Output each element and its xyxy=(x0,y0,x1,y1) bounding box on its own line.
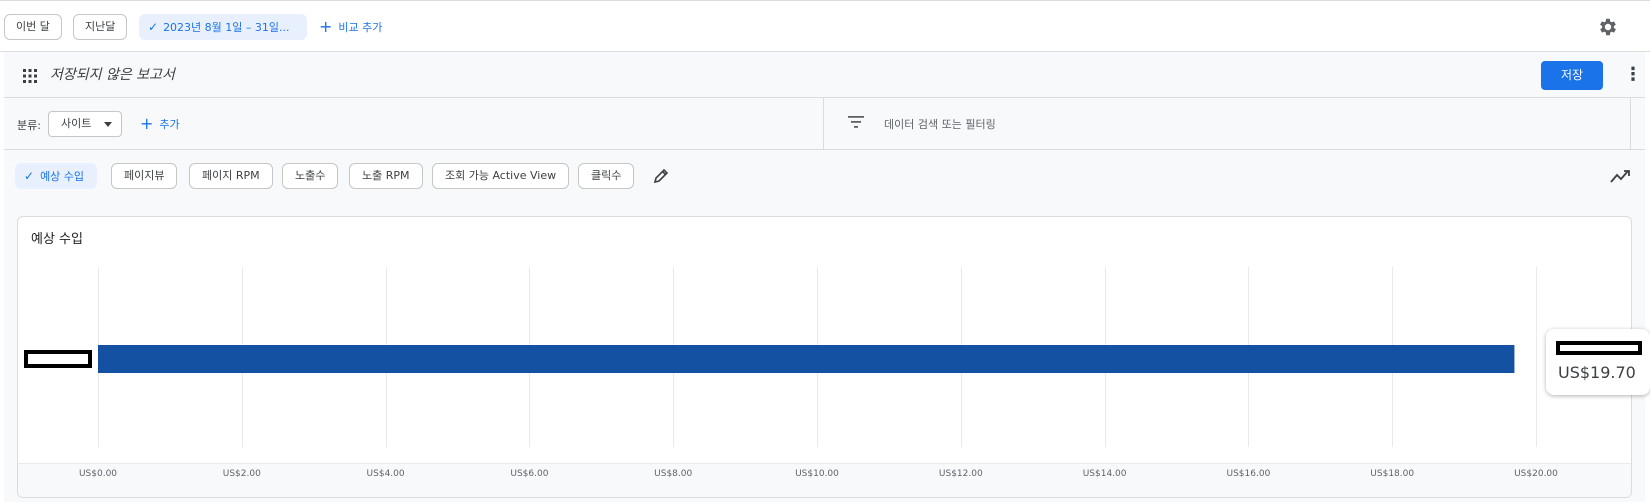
more-options-icon[interactable]: ⋮ xyxy=(1624,64,1642,88)
x-tick-label: US$6.00 xyxy=(510,469,548,479)
add-dimension-label: 추가 xyxy=(159,118,180,131)
preset-last-month-button[interactable]: 지난달 xyxy=(73,14,128,40)
preset-this-month-button[interactable]: 이번 달 xyxy=(4,14,62,40)
metric-chip-label: 예상 수입 xyxy=(40,170,85,183)
filter-icon xyxy=(848,116,864,128)
plus-icon: + xyxy=(140,114,154,133)
chart-card: 예상 수입 US$0.00 US$2.00 US$4.00 US$6.00 US$8.0… xyxy=(17,216,1632,498)
check-icon: ✓ xyxy=(148,20,159,34)
divider xyxy=(823,98,824,150)
apps-grid-icon[interactable] xyxy=(22,68,38,84)
x-tick-label: US$14.00 xyxy=(1083,469,1127,479)
caret-down-icon xyxy=(104,122,112,127)
metric-chip-active-view[interactable]: 조회 가능 Active View xyxy=(432,163,570,189)
bar-chart: US$0.00 US$2.00 US$4.00 US$6.00 US$8.00 US$10… xyxy=(18,267,1631,497)
x-tick-label: US$2.00 xyxy=(223,469,261,479)
metric-chips-bar: ✓ 예상 수입 페이지뷰 페이지 RPM 노출수 노출 RPM 조회 가능 Act… xyxy=(4,150,1645,208)
dimension-label: 분류: xyxy=(17,119,41,132)
filter-bar: 분류: 사이트 + 추가 xyxy=(4,98,1645,150)
x-tick-label: US$4.00 xyxy=(367,469,405,479)
x-tick-label: US$0.00 xyxy=(79,469,117,479)
x-tick-label: US$12.00 xyxy=(939,469,983,479)
search-filter-input[interactable] xyxy=(884,112,1284,136)
tooltip-value: US$19.70 xyxy=(1558,363,1636,382)
date-range-chip[interactable]: ✓ 2023년 8월 1일 – 31일... xyxy=(139,14,307,40)
x-tick-label: US$16.00 xyxy=(1227,469,1271,479)
chart-tooltip: US$19.70 xyxy=(1546,329,1650,395)
report-panel: 저장되지 않은 보고서 저장 ⋮ 분류: 사이트 + 추가 ✓ 예상 수입 페이지뷰… xyxy=(4,52,1645,502)
dimension-select[interactable]: 사이트 xyxy=(48,111,122,137)
dimension-value: 사이트 xyxy=(61,117,92,130)
date-toolbar: 이번 달 지난달 ✓ 2023년 8월 1일 – 31일... + 비교 추가 xyxy=(0,0,1650,52)
report-title: 저장되지 않은 보고서 xyxy=(50,67,175,83)
add-comparison-button[interactable]: + 비교 추가 xyxy=(319,14,382,40)
metric-chip-impression-rpm[interactable]: 노출 RPM xyxy=(349,163,423,189)
date-range-label: 2023년 8월 1일 – 31일... xyxy=(163,21,290,34)
pencil-icon[interactable] xyxy=(652,167,670,185)
x-tick-label: US$8.00 xyxy=(654,469,692,479)
gear-icon[interactable] xyxy=(1597,16,1619,38)
bar xyxy=(98,345,1515,373)
metric-chip-pageviews[interactable]: 페이지뷰 xyxy=(111,163,178,189)
trend-chart-icon[interactable] xyxy=(1610,167,1632,185)
plus-icon: + xyxy=(319,17,333,36)
divider xyxy=(1630,98,1631,150)
x-tick-label: US$18.00 xyxy=(1370,469,1414,479)
metric-chip-clicks[interactable]: 클릭수 xyxy=(578,163,635,189)
x-tick-label: US$10.00 xyxy=(795,469,839,479)
metric-chip-page-rpm[interactable]: 페이지 RPM xyxy=(189,163,273,189)
x-tick-label: US$20.00 xyxy=(1514,469,1558,479)
redacted-category-label xyxy=(24,350,92,368)
add-comparison-label: 비교 추가 xyxy=(338,21,383,34)
add-dimension-button[interactable]: + 추가 xyxy=(140,111,180,137)
metric-chip-impressions[interactable]: 노출수 xyxy=(282,163,339,189)
metric-chip-estimated-earnings[interactable]: ✓ 예상 수입 xyxy=(15,163,98,189)
redacted-site-label xyxy=(1556,341,1642,355)
save-button[interactable]: 저장 xyxy=(1541,61,1603,90)
report-title-bar: 저장되지 않은 보고서 저장 ⋮ xyxy=(4,52,1645,98)
check-icon: ✓ xyxy=(24,169,35,183)
